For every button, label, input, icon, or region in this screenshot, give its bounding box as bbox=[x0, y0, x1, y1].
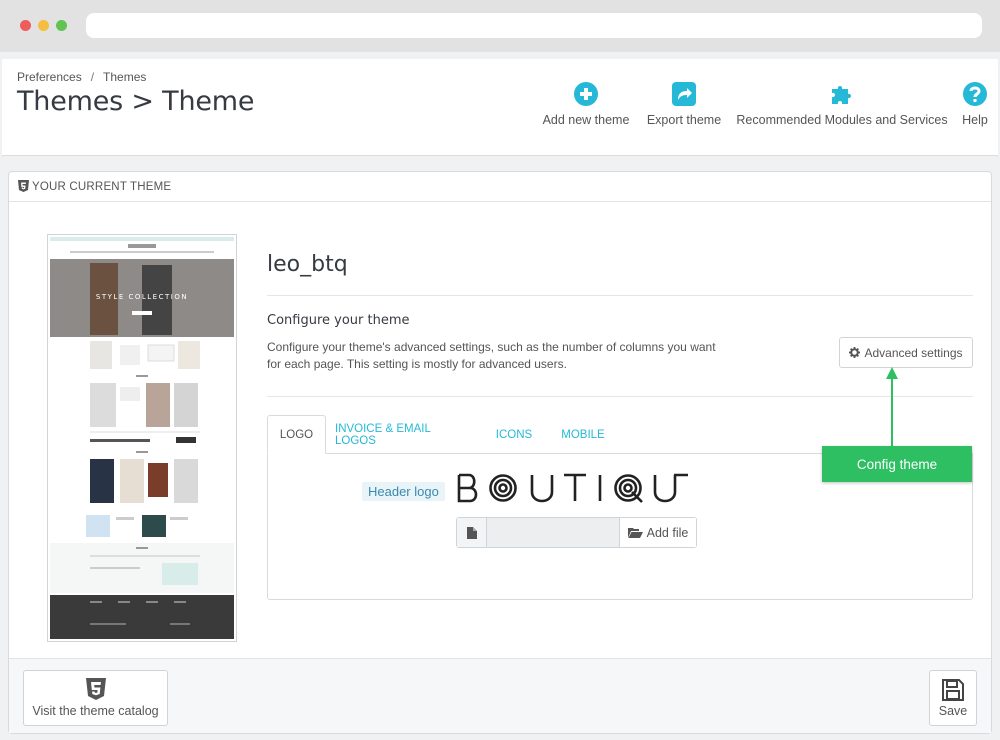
add-file-label: Add file bbox=[646, 525, 689, 540]
page-title: Themes > Theme bbox=[17, 86, 255, 117]
theme-preview-graphic: STYLE COLLECTION bbox=[50, 237, 234, 639]
tab-icons[interactable]: Icons bbox=[487, 415, 541, 454]
advanced-settings-button[interactable]: Advanced settings bbox=[839, 337, 973, 368]
minimize-window-dot[interactable] bbox=[38, 20, 49, 31]
html5-icon bbox=[18, 180, 29, 192]
folder-open-icon bbox=[627, 528, 643, 538]
divider bbox=[267, 295, 973, 296]
theme-name: leo_btq bbox=[267, 252, 348, 277]
address-bar[interactable] bbox=[86, 13, 982, 38]
boutique-logo-image bbox=[457, 473, 688, 503]
puzzle-icon bbox=[832, 86, 851, 104]
config-theme-callout: Config theme bbox=[822, 446, 972, 482]
save-button[interactable]: Save bbox=[929, 670, 977, 726]
html5-icon bbox=[85, 678, 106, 700]
current-theme-panel: Your current theme STYLE COLLECTION bbox=[8, 171, 992, 734]
add-file-button[interactable]: Add file bbox=[619, 518, 696, 547]
breadcrumb-preferences[interactable]: Preferences bbox=[17, 70, 82, 84]
gear-icon bbox=[849, 347, 861, 358]
preview-banner-text: STYLE COLLECTION bbox=[96, 293, 188, 301]
divider bbox=[267, 396, 973, 397]
close-window-dot[interactable] bbox=[20, 20, 31, 31]
configure-description: Configure your theme's advanced settings… bbox=[267, 340, 716, 371]
header-logo-label: Header logo bbox=[362, 482, 445, 501]
configure-title: Configure your theme bbox=[267, 313, 410, 328]
maximize-window-dot[interactable] bbox=[56, 20, 67, 31]
file-icon bbox=[466, 526, 477, 539]
advanced-settings-label: Advanced settings bbox=[864, 345, 963, 360]
breadcrumb: Preferences / Themes bbox=[17, 70, 146, 84]
callout-arrow bbox=[886, 367, 898, 449]
tab-invoice-email-logos[interactable]: Invoice & Email Logos bbox=[335, 415, 473, 454]
tab-logo[interactable]: Logo bbox=[267, 415, 326, 454]
recommended-modules-label: Recommended Modules and Services bbox=[736, 113, 948, 127]
export-theme-label: Export theme bbox=[646, 113, 722, 127]
help-label: Help bbox=[962, 113, 988, 127]
tab-mobile[interactable]: Mobile bbox=[552, 415, 614, 454]
save-icon bbox=[942, 679, 964, 701]
add-new-theme-button[interactable]: Add new theme bbox=[539, 81, 633, 127]
recommended-modules-button[interactable]: Recommended Modules and Services bbox=[732, 81, 952, 127]
panel-footer: Visit the theme catalog Save bbox=[9, 658, 991, 733]
breadcrumb-separator: / bbox=[90, 70, 95, 84]
file-icon-box bbox=[457, 518, 487, 547]
visit-theme-catalog-label: Visit the theme catalog bbox=[32, 704, 159, 718]
plus-circle-icon bbox=[574, 82, 598, 106]
share-icon bbox=[672, 82, 696, 106]
add-new-theme-label: Add new theme bbox=[542, 113, 630, 127]
export-theme-button[interactable]: Export theme bbox=[642, 81, 726, 127]
visit-theme-catalog-button[interactable]: Visit the theme catalog bbox=[23, 670, 168, 726]
logo-file-input[interactable]: Add file bbox=[456, 517, 697, 548]
panel-heading-text: Your current theme bbox=[32, 181, 172, 193]
help-button[interactable]: Help bbox=[957, 81, 993, 127]
save-label: Save bbox=[938, 704, 968, 718]
panel-heading: Your current theme bbox=[9, 172, 991, 202]
browser-chrome bbox=[0, 0, 1000, 52]
breadcrumb-themes[interactable]: Themes bbox=[103, 70, 146, 84]
page-header: Preferences / Themes Themes > Theme Add ne… bbox=[2, 59, 998, 156]
theme-preview-image: STYLE COLLECTION bbox=[47, 234, 237, 642]
page-frame: Preferences / Themes Themes > Theme Add ne… bbox=[0, 52, 1000, 740]
help-icon bbox=[963, 82, 987, 106]
